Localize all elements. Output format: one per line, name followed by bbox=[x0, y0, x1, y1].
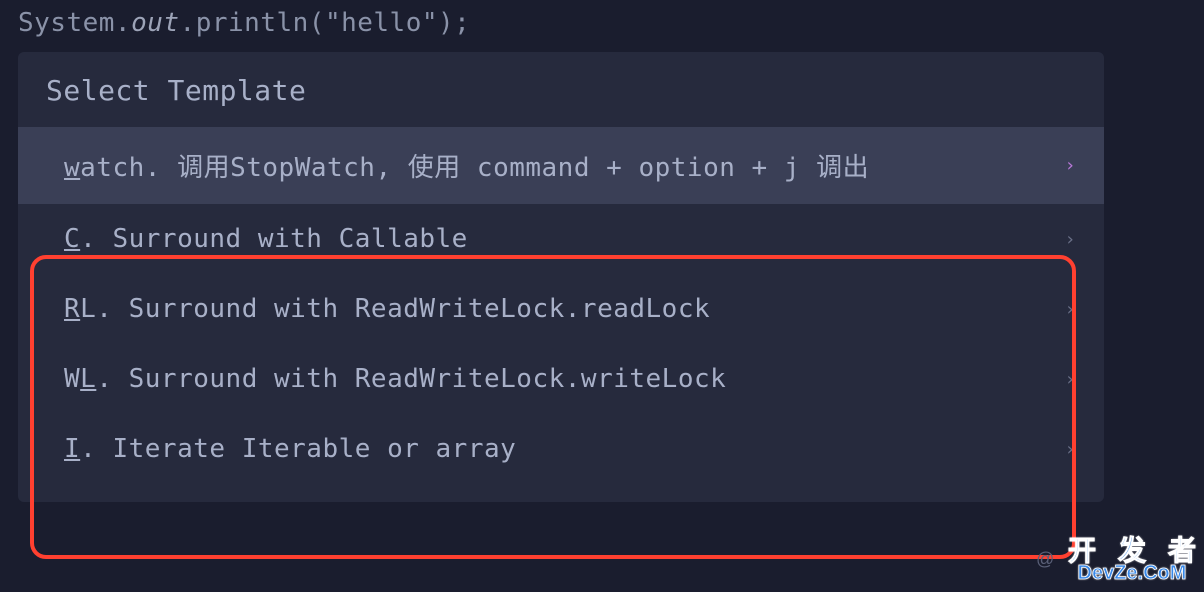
chevron-right-icon: › bbox=[1065, 439, 1076, 460]
code-token-lparen: ( bbox=[309, 8, 325, 38]
template-item-label: watch. 调用StopWatch, 使用 command + option … bbox=[64, 147, 1045, 184]
chevron-right-icon: › bbox=[1065, 369, 1076, 390]
template-item-label: RL. Surround with ReadWriteLock.readLock bbox=[64, 294, 1045, 324]
watermark-char: 者 bbox=[1168, 536, 1196, 565]
code-token-system: System bbox=[18, 8, 115, 38]
code-token-out: out bbox=[131, 8, 179, 38]
code-token-dot: . bbox=[115, 8, 131, 38]
popup-title: Select Template bbox=[18, 70, 1104, 127]
watermark-char: 开 bbox=[1068, 536, 1096, 565]
template-item-4[interactable]: I. Iterate Iterable or array › bbox=[18, 414, 1104, 484]
template-item-label: WL. Surround with ReadWriteLock.writeLoc… bbox=[64, 364, 1045, 394]
chevron-right-icon: › bbox=[1065, 229, 1076, 250]
template-item-3[interactable]: WL. Surround with ReadWriteLock.writeLoc… bbox=[18, 344, 1104, 414]
code-token-semi: ; bbox=[454, 8, 470, 38]
watermark-char: 发 bbox=[1118, 536, 1146, 565]
code-token-dot: . bbox=[180, 8, 196, 38]
template-item-2[interactable]: RL. Surround with ReadWriteLock.readLock… bbox=[18, 274, 1104, 344]
template-item-label: C. Surround with Callable bbox=[64, 224, 1045, 254]
template-item-0[interactable]: watch. 调用StopWatch, 使用 command + option … bbox=[18, 127, 1104, 204]
chevron-right-icon: › bbox=[1065, 299, 1076, 320]
code-token-string: "hello" bbox=[325, 8, 438, 38]
code-line: System.out.println("hello"); bbox=[0, 0, 1204, 46]
template-item-1[interactable]: C. Surround with Callable › bbox=[18, 204, 1104, 274]
watermark-line1: 开 发 者 bbox=[1068, 536, 1196, 565]
template-item-label: I. Iterate Iterable or array bbox=[64, 434, 1045, 464]
watermark-secondary: @ bbox=[1036, 549, 1054, 570]
select-template-popup: Select Template watch. 调用StopWatch, 使用 c… bbox=[18, 52, 1104, 502]
watermark-line2: DevZe.CoM bbox=[1068, 563, 1196, 584]
template-list: watch. 调用StopWatch, 使用 command + option … bbox=[18, 127, 1104, 484]
code-token-rparen: ) bbox=[438, 8, 454, 38]
watermark-primary: 开 发 者 DevZe.CoM bbox=[1068, 536, 1196, 584]
chevron-right-icon: › bbox=[1065, 155, 1076, 176]
code-token-println: println bbox=[196, 8, 309, 38]
